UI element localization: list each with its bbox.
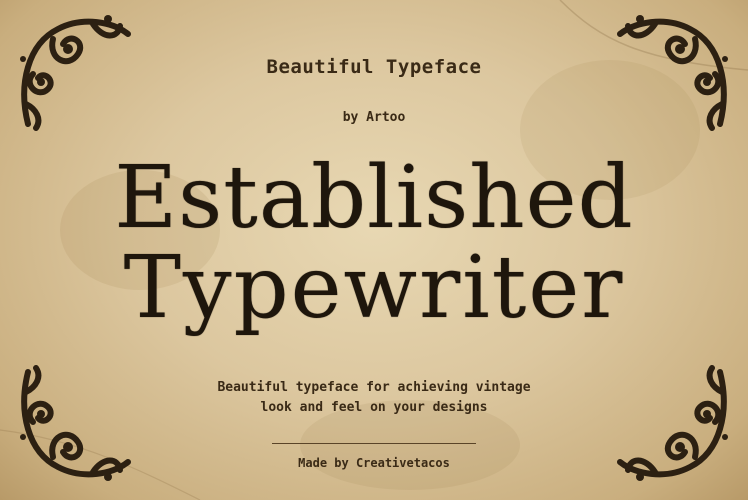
tagline: Beautiful typeface for achieving vintage… [0, 378, 748, 418]
divider-line [272, 443, 476, 444]
tagline-line-1: Beautiful typeface for achieving vintage [217, 380, 531, 395]
vintage-poster: Beautiful Typeface by Artoo Established … [0, 0, 748, 500]
headline-line-1: Established [114, 148, 634, 248]
tagline-line-2: look and feel on your designs [260, 400, 488, 415]
byline-text: by Artoo [342, 110, 406, 125]
credit-text: Made by Creativetacos [298, 456, 450, 470]
headline-line-2: Typewriter [123, 238, 625, 338]
kicker-text: Beautiful Typeface [266, 56, 482, 78]
